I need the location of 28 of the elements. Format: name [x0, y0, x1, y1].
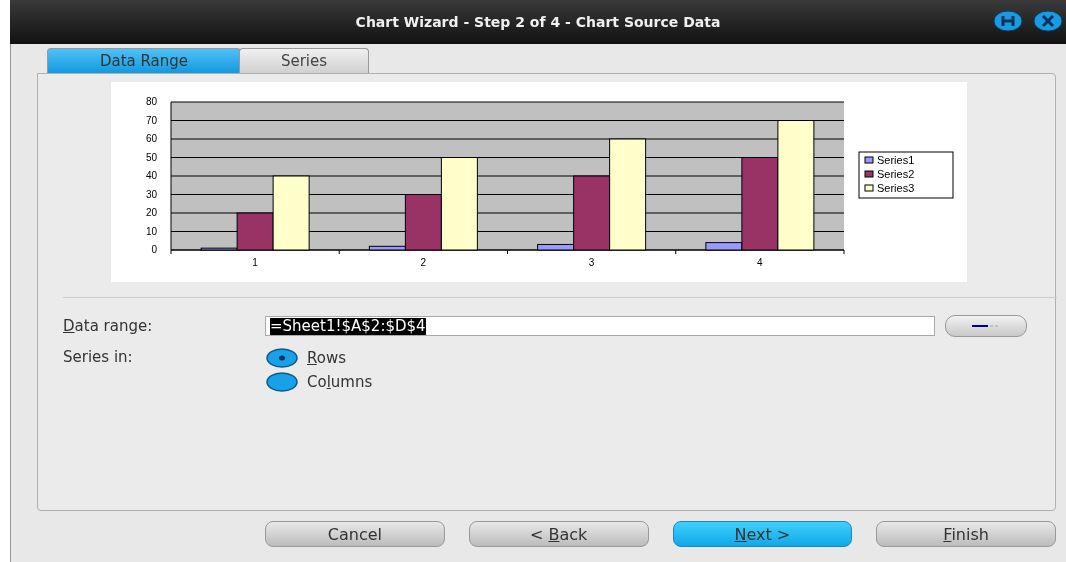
axis-tick-label: 60: [145, 133, 157, 144]
legend-label: Series1: [877, 154, 915, 166]
axis-tick-label: 2: [420, 257, 427, 268]
data-range-field[interactable]: =Sheet1!$A$2:$D$4: [265, 316, 935, 336]
axis-tick-label: 30: [145, 188, 157, 200]
axis-tick-label: 40: [145, 170, 157, 181]
axis-tick-label: 4: [757, 257, 763, 268]
radio-label[interactable]: Columns: [307, 373, 373, 391]
legend-label: Series2: [877, 168, 915, 180]
axis-tick-label: 20: [145, 207, 157, 218]
axis-tick-label: 3: [588, 257, 595, 268]
window-title: Chart Wizard - Step 2 of 4 - Chart Source Data: [355, 14, 721, 30]
dialog-button[interactable]: Cancel: [265, 521, 445, 547]
axis-tick-label: 80: [145, 96, 157, 107]
field-label: Data range:: [63, 317, 154, 335]
tab[interactable]: Series: [239, 48, 369, 73]
axis-tick-label: 50: [145, 151, 157, 163]
legend-label: Series3: [877, 182, 915, 194]
dialog-button[interactable]: < Back: [468, 521, 649, 547]
tab[interactable]: Data Range: [47, 48, 241, 73]
dialog-button[interactable]: Next >: [672, 521, 853, 547]
radio-label[interactable]: Rows: [307, 349, 346, 367]
axis-tick-label: 0: [151, 244, 157, 255]
axis-tick-label: 1: [252, 257, 258, 268]
field-label: Series in:: [63, 348, 134, 368]
axis-tick-label: 10: [145, 225, 157, 237]
dialog-button[interactable]: Finish: [876, 521, 1056, 547]
axis-tick-label: 70: [145, 114, 157, 126]
